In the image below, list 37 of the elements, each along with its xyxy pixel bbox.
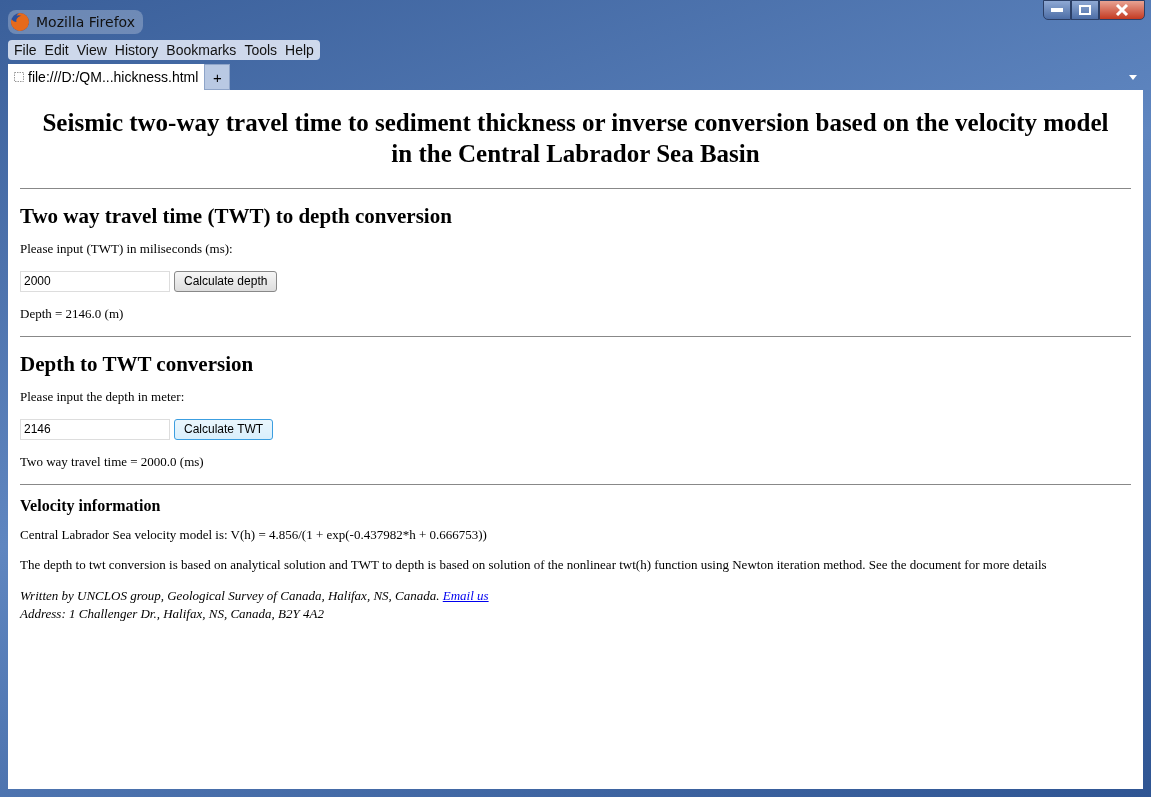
tab-title: file:///D:/QM...hickness.html — [28, 69, 199, 85]
result-text: Two way travel time = 2000.0 (ms) — [20, 453, 205, 470]
section-heading: Velocity information — [20, 496, 162, 515]
menu-item[interactable]: Bookmarks — [166, 42, 237, 58]
input-prompt: Please input the depth in meter: — [20, 388, 186, 405]
menu-item[interactable]: View — [76, 42, 107, 58]
section-heading: Depth to TWT conversion — [20, 351, 255, 377]
result-text: Depth = 2146.0 (m) — [20, 305, 125, 322]
new-tab-button[interactable]: + — [204, 64, 231, 90]
input-field[interactable]: 2000 — [20, 270, 170, 292]
email-link[interactable]: Email us — [442, 587, 489, 603]
page-title: Seismic two-way travel time to sediment thickness or inverse conversion based on the velocity model in the Central Labrador Sea Basin — [41, 108, 1110, 170]
info-paragraph: The depth to twt conversion is based on analytical solution and TWT to depth is based on solution of the nonlinear twt(h) function using Newton iteration method. See the document for more details — [20, 556, 1048, 573]
maximize-button[interactable] — [1071, 0, 1099, 20]
address-text: Address: 1 Challenger Dr., Halifax, NS, Canada, B2Y 4A2 — [20, 604, 325, 623]
menu-item[interactable]: Help — [285, 42, 314, 58]
dropdown-icon[interactable] — [1129, 75, 1137, 80]
menu-item[interactable]: File — [14, 42, 37, 58]
browser-tab[interactable]: file:///D:/QM...hickness.html — [8, 64, 205, 90]
window-title: Mozilla Firefox — [36, 14, 136, 30]
calculate-button[interactable]: Calculate depth — [174, 270, 278, 292]
credit-text: Written by UNCLOS group, Geological Survey of Canada, Halifax, NS, Canada. — [20, 587, 440, 603]
section-heading: Two way travel time (TWT) to depth conversion — [20, 203, 453, 229]
maximize-icon — [1079, 5, 1091, 15]
input-field[interactable]: 2146 — [20, 418, 170, 440]
close-icon — [1115, 4, 1129, 16]
minimize-icon — [1051, 8, 1063, 12]
menu-item[interactable]: History — [114, 42, 159, 58]
firefox-logo-icon — [10, 12, 30, 32]
minimize-button[interactable] — [1043, 0, 1071, 20]
input-prompt: Please input (TWT) in miliseconds (ms): — [20, 240, 234, 257]
page-icon — [14, 72, 24, 82]
menu-item[interactable]: Tools — [244, 42, 278, 58]
info-paragraph: Central Labrador Sea velocity model is: V(h) = 4.856/(1 + exp(-0.437982*h + 0.666753)) — [20, 526, 488, 543]
menu-item[interactable]: Edit — [44, 42, 69, 58]
calculate-button[interactable]: Calculate TWT — [174, 418, 274, 440]
close-button[interactable] — [1099, 0, 1145, 20]
